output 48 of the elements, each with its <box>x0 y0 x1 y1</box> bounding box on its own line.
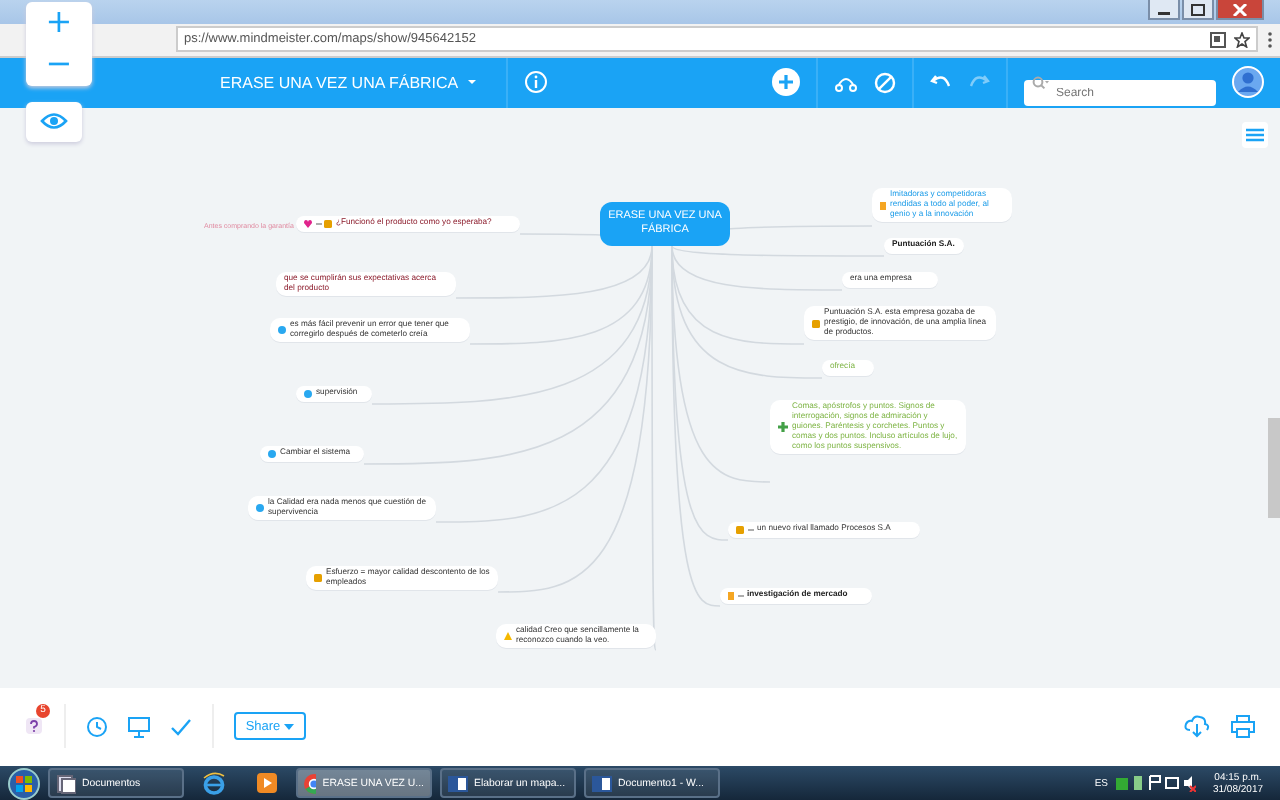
flag-icon <box>728 591 734 600</box>
translate-icon[interactable] <box>1210 31 1226 48</box>
info-icon[interactable] <box>524 70 549 95</box>
history-icon[interactable] <box>86 715 108 738</box>
star-icon[interactable] <box>1234 31 1250 48</box>
task-icon <box>736 525 744 534</box>
play-icon <box>255 772 277 795</box>
task-icon <box>812 319 820 328</box>
menu-icon <box>1246 127 1264 142</box>
bullet-icon <box>268 449 276 458</box>
warning-icon <box>504 632 512 641</box>
task-icon <box>324 219 332 228</box>
heart-icon <box>304 219 312 228</box>
flag-icon <box>880 201 886 210</box>
view-button[interactable] <box>26 101 82 142</box>
start-button[interactable] <box>8 767 40 800</box>
task-icon <box>314 574 322 583</box>
dash-icon <box>315 219 321 228</box>
no-entry-icon[interactable] <box>874 71 896 94</box>
dash-icon <box>737 591 743 600</box>
bullet-icon <box>256 504 264 513</box>
maximize-icon[interactable] <box>1190 3 1206 15</box>
plus-icon <box>778 421 788 432</box>
bullet-icon <box>278 326 286 335</box>
dash-icon <box>747 525 753 534</box>
monitor-icon[interactable] <box>128 715 150 738</box>
print-icon[interactable] <box>1230 714 1256 739</box>
caret-icon <box>284 723 295 730</box>
close-icon[interactable] <box>1232 3 1248 15</box>
scrollbar-thumb[interactable] <box>1268 417 1280 518</box>
add-topic-icon[interactable] <box>772 68 800 97</box>
bullet-icon <box>304 389 312 398</box>
avatar-icon[interactable] <box>1232 66 1264 99</box>
download-icon[interactable] <box>1184 714 1210 739</box>
word-icon <box>448 773 468 794</box>
connect-icon[interactable] <box>834 72 858 93</box>
checkmark-icon[interactable] <box>170 715 192 738</box>
search-icon <box>1032 75 1050 90</box>
tray-icons-drawing[interactable] <box>1116 774 1196 793</box>
help-icon[interactable] <box>24 716 44 737</box>
menu-dots-icon[interactable] <box>1266 29 1274 50</box>
outline-button[interactable] <box>1242 121 1268 148</box>
word-icon <box>592 773 612 794</box>
chrome-icon <box>304 773 317 794</box>
eye-icon <box>40 112 68 131</box>
globe-icon <box>202 771 226 796</box>
document-icon <box>56 773 76 794</box>
caret-icon <box>466 78 479 87</box>
